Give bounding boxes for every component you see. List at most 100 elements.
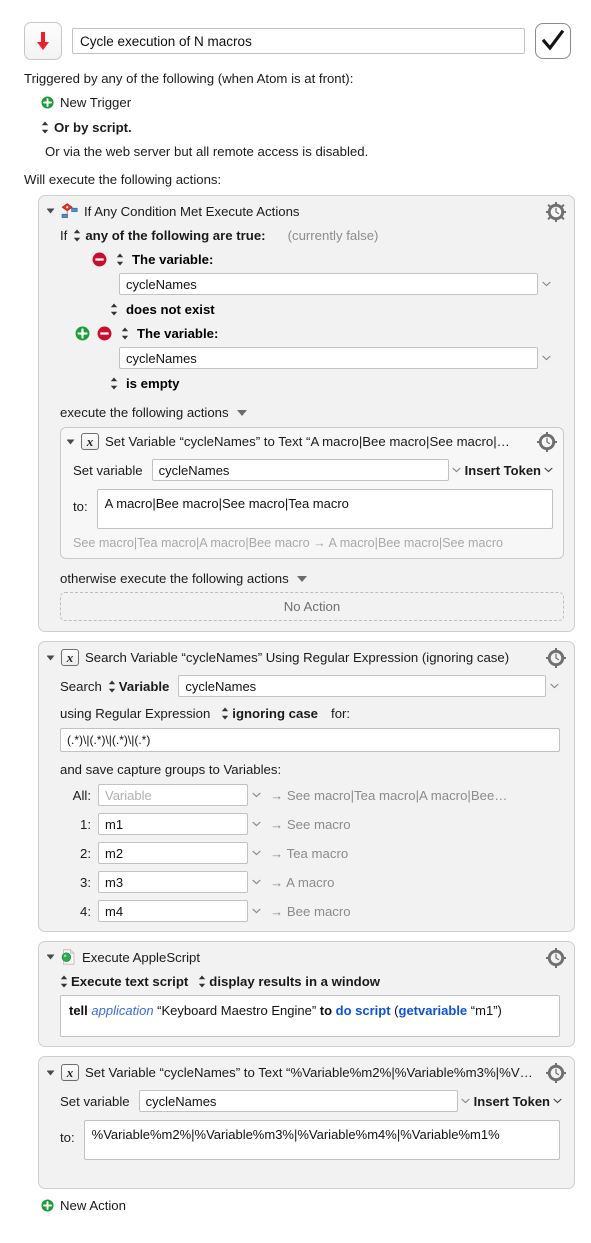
action-if-any-condition[interactable]: If Any Condition Met Execute Actions If … [38, 195, 575, 632]
condition-row-1: The variable: [47, 252, 564, 267]
macro-editor: Cycle execution of N macros Triggered by… [0, 0, 591, 1243]
nested-action-title-row[interactable]: x Set Variable “cycleNames” to Text “A m… [67, 433, 555, 450]
chevron-down-icon[interactable] [449, 467, 465, 473]
capture-group-result: → See macro|Tea macro|A macro|Bee… [270, 787, 508, 803]
action-title-row[interactable]: Execute AppleScript [47, 949, 564, 965]
chevron-down-icon[interactable] [248, 879, 264, 885]
case-mode-popup[interactable]: ignoring case [232, 706, 318, 721]
set-variable-text-input[interactable]: A macro|Bee macro|See macro|Tea macro [96, 489, 553, 529]
macro-enabled-checkbox[interactable] [535, 23, 571, 59]
script-kind-popup[interactable]: Execute text script [71, 974, 188, 989]
capture-heading-row: and save capture groups to Variables: [47, 762, 564, 777]
chevron-down-icon[interactable] [248, 821, 264, 827]
macro-title-input[interactable]: Cycle execution of N macros [72, 28, 525, 54]
chevron-down-icon[interactable] [296, 575, 307, 582]
set-variable-text-input[interactable]: %Variable%m2%|%Variable%m3%|%Variable%m4… [83, 1120, 560, 1160]
set-variable-preview-hint: See macro|Tea macro|A macro|Bee macro → … [73, 536, 504, 550]
minus-circle-icon[interactable] [97, 326, 112, 341]
disclosure-triangle-icon[interactable] [47, 954, 55, 960]
new-trigger-button[interactable]: New Trigger [0, 95, 591, 110]
chevron-down-icon[interactable] [248, 792, 264, 798]
script-token-application: application [91, 1003, 154, 1018]
condition-variable-input-1[interactable]: cycleNames [119, 273, 538, 295]
script-results-popup[interactable]: display results in a window [209, 974, 380, 989]
or-by-script-row[interactable]: Or by script. [0, 120, 591, 135]
applescript-document-icon [61, 949, 75, 965]
actions-list: If Any Condition Met Execute Actions If … [0, 195, 591, 1189]
chevron-down-icon[interactable] [544, 467, 553, 473]
capture-group-input[interactable]: m4 [98, 900, 248, 922]
gear-clock-icon[interactable] [546, 202, 566, 222]
minus-circle-icon[interactable] [92, 252, 107, 267]
condition-type-popup[interactable]: The variable: [132, 252, 213, 267]
disclosure-triangle-icon[interactable] [47, 1070, 55, 1075]
condition-row-2: The variable: [47, 326, 564, 341]
action-title-row[interactable]: x Set Variable “cycleNames” to Text “%Va… [47, 1064, 564, 1081]
condition-type-popup-2[interactable]: The variable: [137, 326, 218, 341]
plus-circle-icon [41, 1199, 54, 1212]
macro-icon-button[interactable] [24, 22, 62, 60]
capture-group-input[interactable]: Variable [98, 784, 248, 806]
capture-group-result: → See macro [270, 816, 351, 832]
new-action-button[interactable]: New Action [0, 1198, 591, 1213]
to-label: to: [60, 1130, 75, 1145]
gear-clock-icon[interactable] [546, 1063, 566, 1083]
applescript-editor[interactable]: tell application “Keyboard Maestro Engin… [60, 995, 560, 1037]
stepper-icon[interactable] [60, 975, 68, 988]
action-title-row[interactable]: x Search Variable “cycleNames” Using Reg… [47, 649, 564, 666]
script-token-do-script: do script [335, 1003, 391, 1018]
regex-input[interactable]: (.*)\|(.*)\|(.*)\|(.*) [60, 728, 560, 752]
stepper-icon[interactable] [110, 377, 118, 390]
else-no-action-placeholder[interactable]: No Action [60, 592, 564, 621]
gear-clock-icon[interactable] [537, 432, 557, 452]
set-variable-input[interactable]: cycleNames [151, 459, 449, 481]
stepper-icon[interactable] [110, 303, 118, 316]
script-options-row: Execute text script display results in a… [47, 974, 564, 989]
gear-clock-icon[interactable] [546, 948, 566, 968]
action-search-variable[interactable]: x Search Variable “cycleNames” Using Reg… [38, 641, 575, 932]
capture-group-row: 4: m4 → Bee macro [60, 900, 560, 922]
action-title-row[interactable]: If Any Condition Met Execute Actions [47, 203, 564, 219]
chevron-down-icon[interactable] [248, 908, 264, 914]
disclosure-triangle-icon[interactable] [47, 208, 55, 214]
capture-group-input[interactable]: m2 [98, 842, 248, 864]
then-actions-label: execute the following actions [60, 405, 229, 420]
chevron-down-icon[interactable] [236, 409, 247, 416]
capture-group-input[interactable]: m1 [98, 813, 248, 835]
nested-action-set-variable[interactable]: x Set Variable “cycleNames” to Text “A m… [60, 427, 564, 559]
chevron-down-icon[interactable] [538, 355, 554, 361]
condition-variable-input-2[interactable]: cycleNames [119, 347, 538, 369]
chevron-down-icon[interactable] [248, 850, 264, 856]
stepper-icon[interactable] [198, 975, 206, 988]
search-variable-input[interactable]: cycleNames [178, 675, 546, 697]
chevron-down-icon[interactable] [458, 1098, 474, 1104]
stepper-icon[interactable] [221, 707, 229, 720]
stepper-icon[interactable] [116, 253, 124, 266]
condition-operator-popup-2[interactable]: is empty [126, 376, 180, 391]
condition-operator-popup-1[interactable]: does not exist [126, 302, 215, 317]
gear-clock-icon[interactable] [546, 648, 566, 668]
search-source-popup[interactable]: Variable [119, 679, 170, 694]
set-variable-input[interactable]: cycleNames [138, 1090, 458, 1112]
chevron-down-icon[interactable] [538, 281, 554, 287]
plus-circle-icon[interactable] [75, 326, 90, 341]
nested-action-title: Set Variable “cycleNames” to Text “A mac… [105, 434, 510, 449]
insert-token-button[interactable]: Insert Token [474, 1094, 550, 1109]
else-actions-label-row[interactable]: otherwise execute the following actions [47, 571, 564, 586]
chevron-down-icon[interactable] [553, 1098, 562, 1104]
stepper-icon[interactable] [108, 680, 116, 693]
match-mode-popup[interactable]: any of the following are true: [85, 228, 265, 243]
disclosure-triangle-icon[interactable] [67, 439, 75, 444]
action-execute-applescript[interactable]: Execute AppleScript Execute text script … [38, 941, 575, 1047]
action-set-variable-final[interactable]: x Set Variable “cycleNames” to Text “%Va… [38, 1056, 575, 1189]
chevron-down-icon[interactable] [546, 683, 562, 689]
stepper-icon[interactable] [73, 229, 81, 242]
flowchart-decision-icon [61, 203, 78, 218]
script-editor-wrap: tell application “Keyboard Maestro Engin… [47, 995, 564, 1037]
capture-group-index: All: [72, 787, 91, 803]
insert-token-button[interactable]: Insert Token [465, 463, 541, 478]
disclosure-triangle-icon[interactable] [47, 655, 55, 660]
then-actions-label-row[interactable]: execute the following actions [47, 405, 564, 420]
capture-group-input[interactable]: m3 [98, 871, 248, 893]
stepper-icon[interactable] [121, 327, 129, 340]
